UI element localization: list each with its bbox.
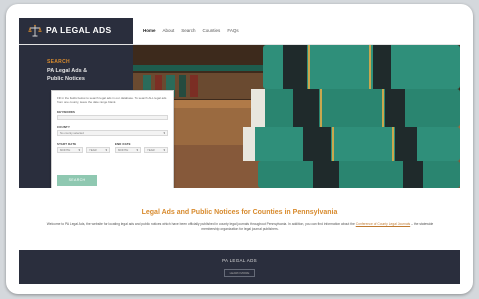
brand-name: PA LEGAL ADS xyxy=(46,25,112,35)
start-year-value: YEAR xyxy=(89,148,97,152)
scales-of-justice-icon xyxy=(28,24,42,37)
county-label: COUNTY xyxy=(57,125,71,129)
law-books-photo xyxy=(133,45,460,188)
hero-title: PA Legal Ads & Public Notices xyxy=(47,67,87,83)
intro-paragraph: Welcome to PA Legal Ads, the website for… xyxy=(45,222,435,232)
keywords-input[interactable] xyxy=(57,115,168,120)
footer-button[interactable]: LEARN MORE xyxy=(224,269,255,277)
nav-item-faqs[interactable]: FAQs xyxy=(227,28,238,33)
nav-item-search[interactable]: Search xyxy=(181,28,195,33)
chevron-down-icon: ▾ xyxy=(78,148,80,152)
chevron-down-icon: ▾ xyxy=(163,131,165,135)
start-year-select[interactable]: YEAR ▾ xyxy=(86,147,110,153)
hero-title-line-2: Public Notices xyxy=(47,76,85,82)
start-month-select[interactable]: MONTH ▾ xyxy=(57,147,83,153)
end-month-value: MONTH xyxy=(118,148,129,152)
intro-section: Legal Ads and Public Notices for Countie… xyxy=(19,188,460,250)
footer: PA LEGAL ADS LEARN MORE xyxy=(19,250,460,284)
nav-item-home[interactable]: Home xyxy=(143,28,156,33)
hero-title-line-1: PA Legal Ads & xyxy=(47,68,88,74)
county-select-value: No county selected xyxy=(60,131,84,135)
start-date-label: START DATE xyxy=(57,142,77,146)
conference-link[interactable]: Conference of County Legal Journals xyxy=(356,222,410,226)
end-year-value: YEAR xyxy=(147,148,155,152)
brand[interactable]: PA LEGAL ADS xyxy=(19,18,133,44)
hero-kicker: SEARCH xyxy=(47,59,70,65)
footer-title: PA LEGAL ADS xyxy=(222,258,257,263)
end-month-select[interactable]: MONTH ▾ xyxy=(115,147,141,153)
county-select[interactable]: No county selected ▾ xyxy=(57,130,168,136)
intro-heading: Legal Ads and Public Notices for Countie… xyxy=(141,209,338,216)
end-date-label: END DATE xyxy=(115,142,131,146)
website-screen: PA LEGAL ADS Home About Search Counties … xyxy=(19,18,460,284)
search-button[interactable]: SEARCH xyxy=(57,175,97,186)
keywords-label: KEYWORDS xyxy=(57,110,76,114)
device-frame: PA LEGAL ADS Home About Search Counties … xyxy=(6,4,473,294)
chevron-down-icon: ▾ xyxy=(136,148,138,152)
nav-item-counties[interactable]: Counties xyxy=(203,28,221,33)
intro-text-start: Welcome to PA Legal Ads, the website for… xyxy=(46,222,356,226)
search-form: Fill in the fields below to search legal… xyxy=(51,90,174,195)
chevron-down-icon: ▾ xyxy=(163,148,165,152)
chevron-down-icon: ▾ xyxy=(105,148,107,152)
search-instructions: Fill in the fields below to search legal… xyxy=(57,96,167,105)
main-menu: Home About Search Counties FAQs xyxy=(143,28,239,33)
end-year-select[interactable]: YEAR ▾ xyxy=(144,147,168,153)
top-navbar: PA LEGAL ADS Home About Search Counties … xyxy=(19,18,460,45)
nav-item-about[interactable]: About xyxy=(163,28,175,33)
start-month-value: MONTH xyxy=(60,148,71,152)
